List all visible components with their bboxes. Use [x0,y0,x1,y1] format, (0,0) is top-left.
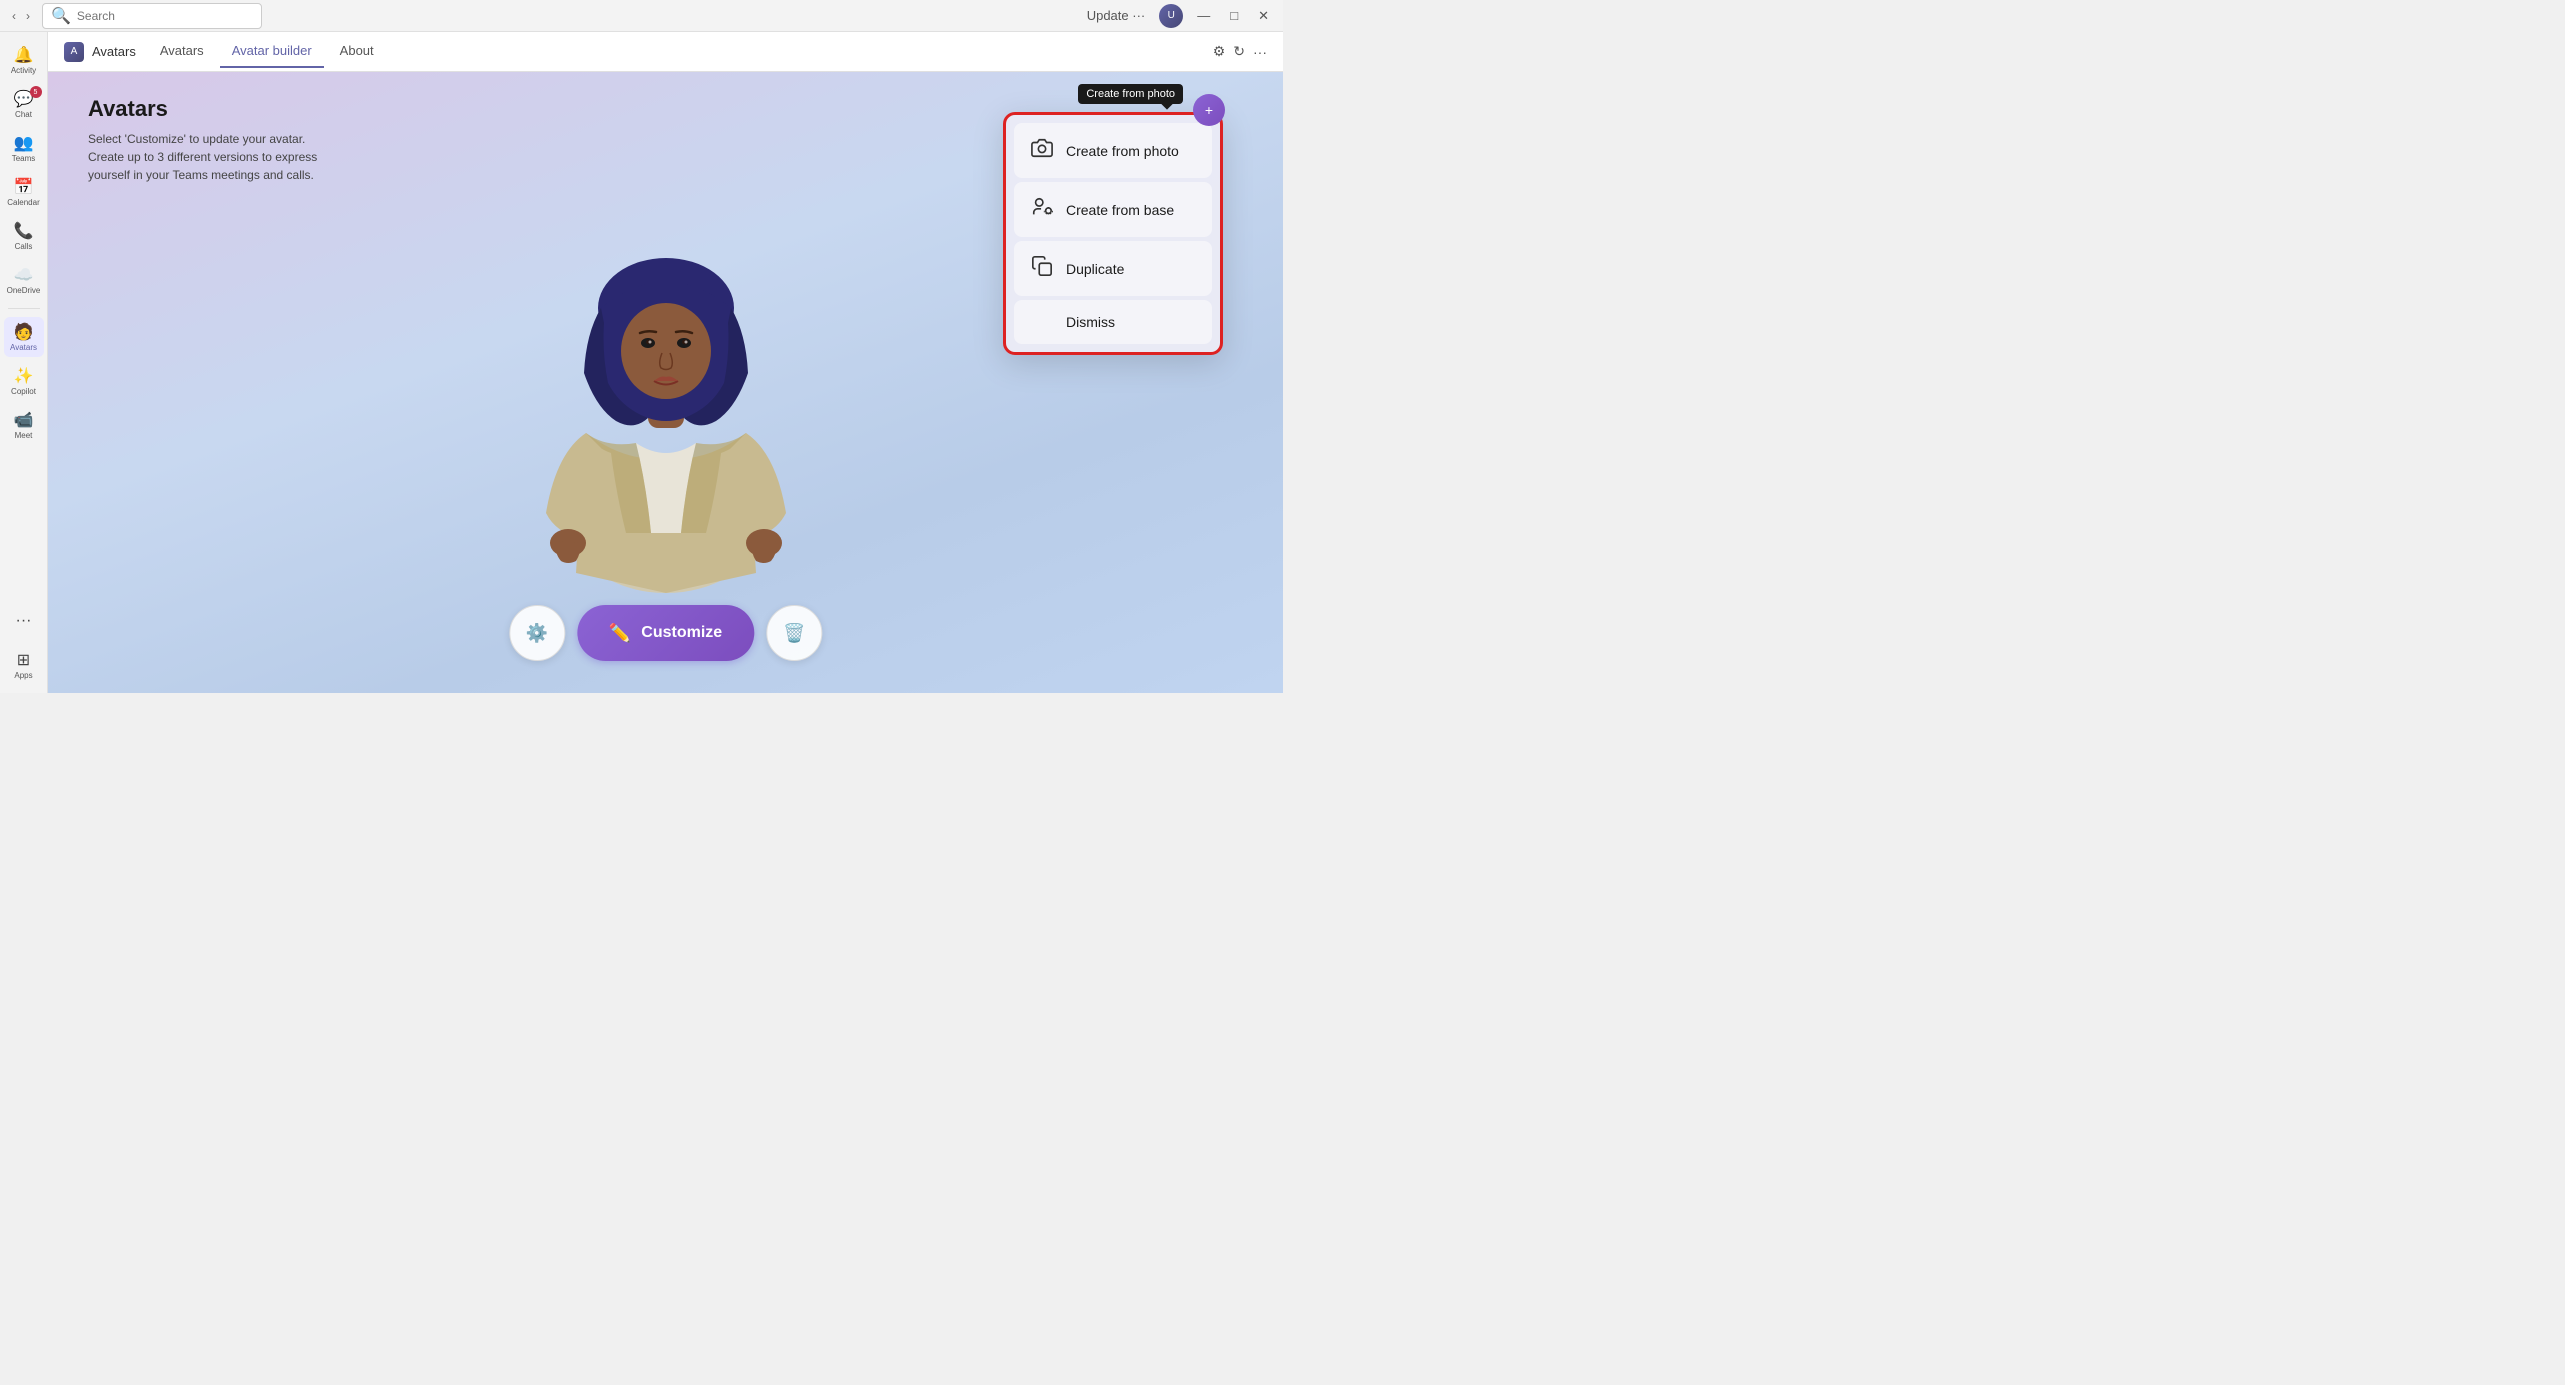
sidebar-item-avatars[interactable]: 🧑 Avatars [4,317,44,357]
calls-icon: 📞 [14,221,34,241]
settings-icon: ⚙️ [526,623,548,644]
sidebar-item-more[interactable]: ··· [4,601,44,641]
tab-avatars[interactable]: Avatars [148,35,216,68]
avatar-display [496,133,836,633]
customize-label: Customize [641,624,722,642]
page-content: Avatars Select 'Customize' to update you… [48,72,1283,693]
app-container: 🔔 Activity 💬 5 Chat 👥 Teams 📅 Calendar 📞… [0,32,1283,693]
sidebar-item-label: Calendar [7,199,39,207]
close-button[interactable]: ✕ [1252,6,1275,26]
dropdown-container: Create from photo + Create from [1003,112,1223,355]
avatar-svg [526,153,806,613]
app-name: Avatars [92,44,136,59]
title-bar-left: ‹ › 🔍 [8,3,262,29]
back-button[interactable]: ‹ [8,7,20,25]
tab-about[interactable]: About [328,35,386,68]
pen-icon: ✏️ [609,623,631,644]
create-from-photo-button[interactable]: Create from photo [1014,123,1212,178]
sidebar-item-label: Copilot [11,388,36,396]
maximize-button[interactable]: □ [1224,6,1244,25]
bottom-toolbar: ⚙️ ✏️ Customize 🗑️ [509,605,822,661]
page-title: Avatars [88,96,328,122]
sidebar-item-onedrive[interactable]: ☁️ OneDrive [4,260,44,300]
delete-button[interactable]: 🗑️ [766,605,822,661]
sidebar-item-activity[interactable]: 🔔 Activity [4,40,44,80]
sidebar-item-apps[interactable]: ⊞ Apps [4,645,44,685]
search-icon: 🔍 [51,6,71,26]
sidebar-item-label: Calls [15,243,33,251]
sidebar-item-label: OneDrive [7,287,41,295]
create-from-photo-label: Create from photo [1066,143,1179,159]
more-tab-icon[interactable]: ··· [1253,43,1267,60]
customize-button[interactable]: ✏️ Customize [577,605,754,661]
chat-badge: 5 [30,86,42,98]
sidebar-item-label: Chat [15,111,32,119]
forward-button[interactable]: › [22,7,34,25]
camera-icon [1030,137,1054,164]
purple-action-button[interactable]: + [1193,94,1225,126]
sidebar-item-calls[interactable]: 📞 Calls [4,216,44,256]
main-content: A Avatars Avatars Avatar builder About ⚙… [48,32,1283,693]
delete-icon: 🗑️ [783,623,805,644]
sidebar-item-label: Activity [11,67,36,75]
duplicate-icon [1030,255,1054,282]
tab-bar-icons: ⚙ ↻ ··· [1213,43,1267,60]
duplicate-button[interactable]: Duplicate [1014,241,1212,296]
copilot-icon: ✨ [14,366,34,386]
avatars-icon: 🧑 [14,322,34,342]
sidebar-item-calendar[interactable]: 📅 Calendar [4,172,44,212]
sidebar-item-label: Teams [12,155,36,163]
dismiss-label: Dismiss [1066,314,1115,330]
settings-button[interactable]: ⚙️ [509,605,565,661]
settings-tab-icon[interactable]: ⚙ [1213,43,1226,60]
search-input[interactable] [77,9,253,23]
search-bar[interactable]: 🔍 [42,3,262,29]
sidebar: 🔔 Activity 💬 5 Chat 👥 Teams 📅 Calendar 📞… [0,32,48,693]
activity-icon: 🔔 [14,45,34,65]
dropdown-card: Create from photo Create from base [1003,112,1223,355]
nav-arrows: ‹ › [8,7,34,25]
sidebar-item-copilot[interactable]: ✨ Copilot [4,361,44,401]
apps-icon: ⊞ [17,650,30,670]
create-from-base-button[interactable]: Create from base [1014,182,1212,237]
duplicate-label: Duplicate [1066,261,1124,277]
minimize-button[interactable]: — [1191,6,1216,25]
page-header: Avatars Select 'Customize' to update you… [88,96,328,184]
meet-icon: 📹 [14,410,34,430]
page-description: Select 'Customize' to update your avatar… [88,130,328,184]
sidebar-item-meet[interactable]: 📹 Meet [4,405,44,445]
person-settings-icon [1030,196,1054,223]
sidebar-item-label: Avatars [10,344,37,352]
create-from-base-label: Create from base [1066,202,1174,218]
plus-icon: + [1205,102,1213,118]
user-avatar[interactable]: U [1159,4,1183,28]
onedrive-icon: ☁️ [14,265,34,285]
dismiss-button[interactable]: Dismiss [1014,300,1212,344]
refresh-tab-icon[interactable]: ↻ [1233,43,1245,60]
update-button[interactable]: Update ··· [1081,6,1152,25]
more-icon: ··· [16,612,32,630]
title-bar: ‹ › 🔍 Update ··· U — □ ✕ [0,0,1283,32]
sidebar-item-label: Meet [15,432,33,440]
sidebar-item-chat[interactable]: 💬 5 Chat [4,84,44,124]
tab-bar: A Avatars Avatars Avatar builder About ⚙… [48,32,1283,72]
title-bar-right: Update ··· U — □ ✕ [1081,4,1275,28]
tab-avatar-builder[interactable]: Avatar builder [220,35,324,68]
dropdown-tooltip: Create from photo [1078,84,1183,104]
sidebar-item-teams[interactable]: 👥 Teams [4,128,44,168]
calendar-icon: 📅 [14,177,34,197]
sidebar-divider [8,308,40,309]
app-icon: A [64,42,84,62]
teams-icon: 👥 [14,133,34,153]
sidebar-item-label: Apps [14,672,32,680]
